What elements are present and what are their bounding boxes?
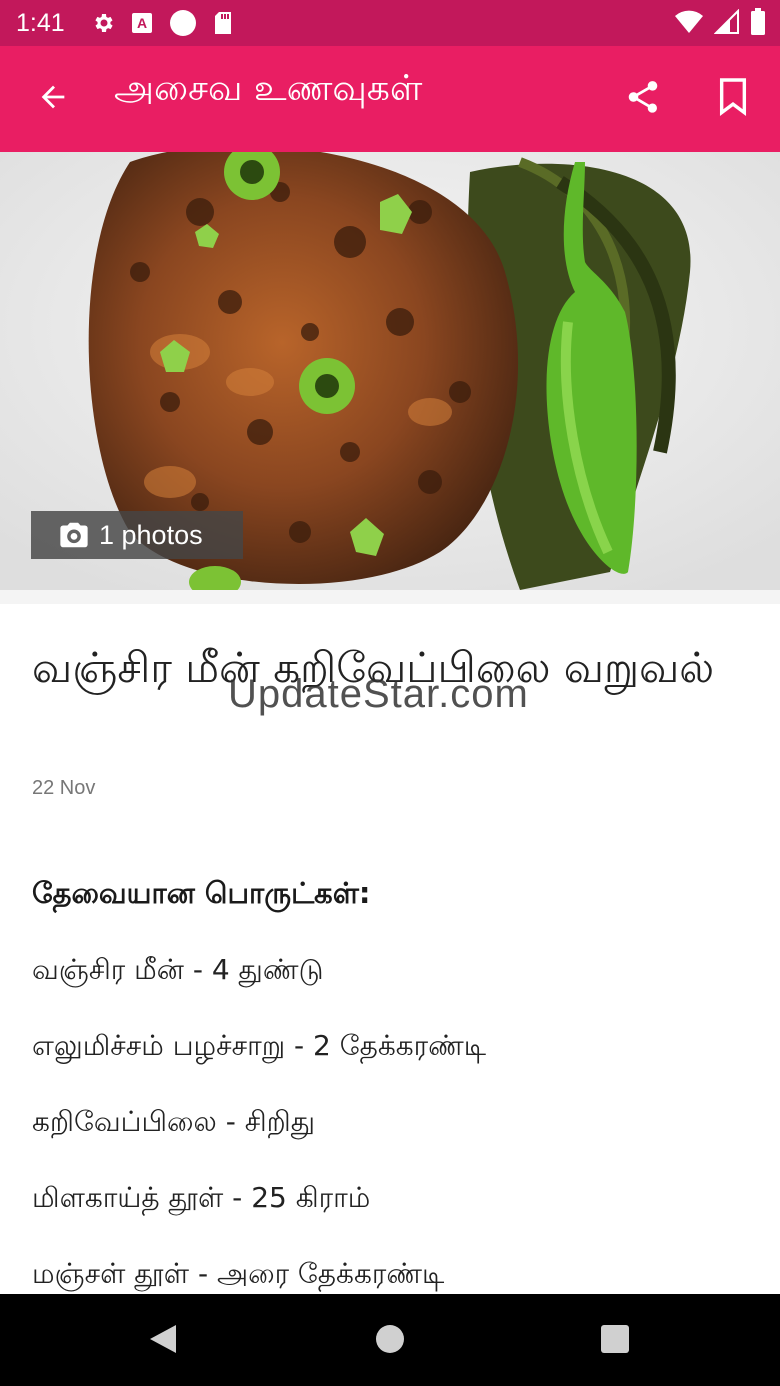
app-bar: அசைவ உணவுகள் [0,46,780,152]
share-icon [624,78,662,120]
camera-icon [57,520,91,550]
recents-square-icon [600,1324,630,1358]
status-bar: 1:41 A [0,0,780,46]
status-time: 1:41 [16,8,65,37]
divider [0,590,780,604]
gear-icon [91,11,115,35]
svg-text:A: A [137,15,147,31]
publish-date: 22 Nov [32,777,96,799]
signal-icon [714,9,740,35]
back-triangle-icon [148,1323,178,1359]
bookmark-button[interactable] [710,76,756,122]
wifi-icon [674,9,704,35]
photo-count-label: 1 photos [99,519,203,550]
nav-back-button[interactable] [138,1316,188,1366]
ingredients-heading: தேவையான பொருட்கள்: [32,876,371,910]
system-nav-bar [0,1294,780,1386]
nav-home-button[interactable] [365,1316,415,1366]
battery-icon [750,8,766,36]
home-circle-icon [375,1324,405,1358]
ingredient-item: மிளகாய்த் தூள் - 25 கிராம் [32,1181,371,1214]
status-notification-icons: A [91,9,233,37]
ingredient-item: மஞ்சள் தூள் - அரை தேக்கரண்டி [32,1257,445,1290]
recipe-title: வஞ்சிர மீன் கறிவேப்பிலை வறுவல் [32,643,715,692]
arrow-left-icon [36,80,70,118]
a-letter-icon: A [131,12,153,34]
nav-recents-button[interactable] [590,1316,640,1366]
sd-card-icon [213,11,233,35]
bookmark-icon [716,77,750,121]
circle-icon [169,9,197,37]
share-button[interactable] [620,76,666,122]
app-bar-title: அசைவ உணவுகள் [114,68,423,109]
ingredient-item: எலுமிச்சம் பழச்சாறு - 2 தேக்கரண்டி [32,1029,487,1062]
back-button[interactable] [30,76,76,122]
ingredient-item: வஞ்சிர மீன் - 4 துண்டு [32,953,324,986]
status-system-icons [674,8,766,36]
photo-count-badge[interactable]: 1 photos [31,511,243,559]
ingredient-item: கறிவேப்பிலை - சிறிது [32,1105,315,1138]
